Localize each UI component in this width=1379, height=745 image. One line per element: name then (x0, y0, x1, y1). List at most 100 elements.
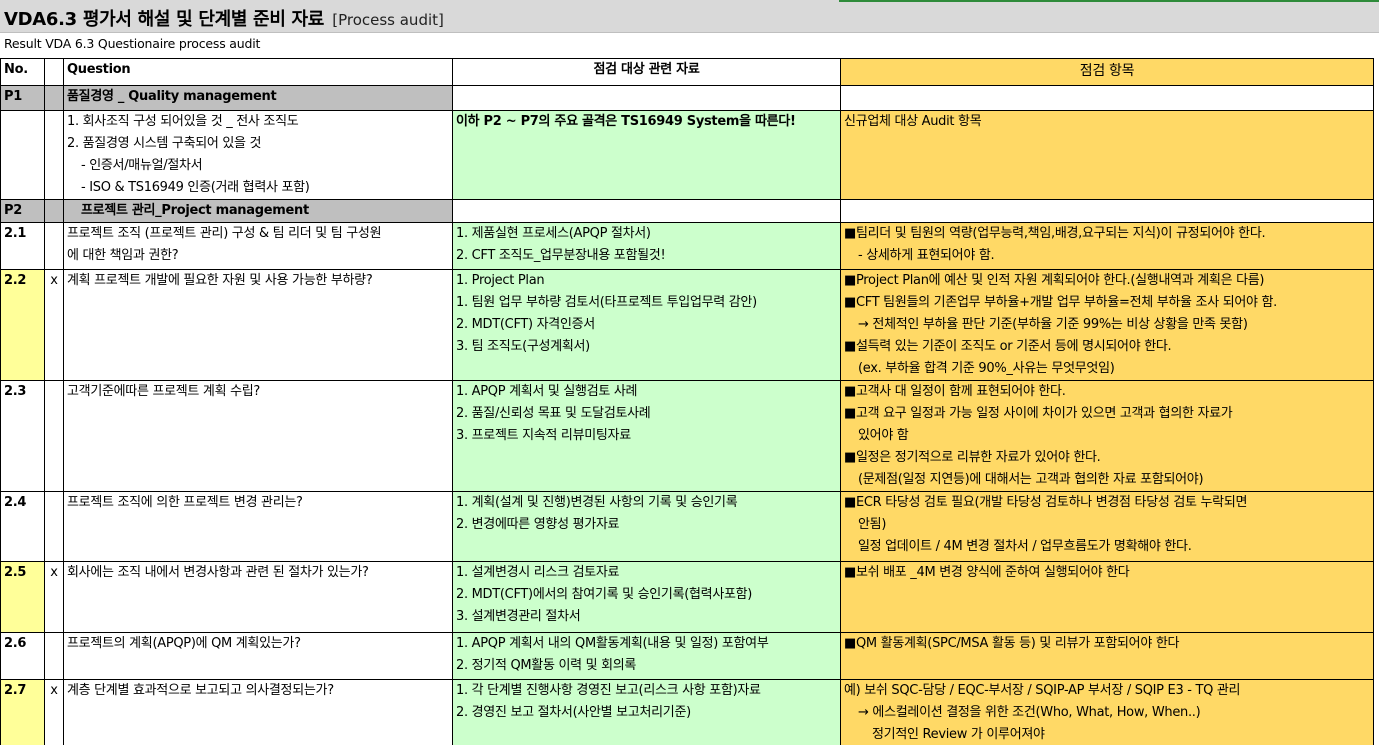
cell-line: 1. 각 단계별 진행사항 경영진 보고(리스크 사항 포함)자료 (456, 683, 761, 698)
cell-line: 2. MDT(CFT)에서의 참여기록 및 승인기록(협력사포함) (456, 587, 753, 602)
question-cell[interactable]: 고객기준에따른 프로젝트 계획 수립? (63, 380, 453, 492)
cell-line: ■설득력 있는 기준이 조직도 or 기준서 등에 명시되어야 한다. (844, 339, 1172, 354)
section-check[interactable] (840, 85, 1374, 111)
row-flag[interactable] (44, 491, 64, 562)
question-cell[interactable]: 프로젝트 조직 (프로젝트 관리) 구성 & 팀 리더 및 팀 구성원 에 대한… (63, 222, 453, 270)
page-title: VDA6.3 평가서 해설 및 단계별 준비 자료 [Process audit… (4, 5, 444, 31)
header-materials[interactable]: 점검 대상 관련 자료 (452, 58, 841, 86)
cell-line: 1. 회사조직 구성 되어있을 것 _ 전사 조직도 (67, 114, 299, 129)
row-no[interactable]: 2.6 (0, 632, 45, 680)
cell-line: 1. 설계변경시 리스크 검토자료 (456, 565, 620, 580)
check-cell[interactable]: ■고객사 대 일정이 함께 표현되어야 한다. ■고객 요구 일정과 가능 일정… (840, 380, 1374, 492)
materials-cell[interactable]: 1. APQP 계획서 내의 QM활동계획(내용 및 일정) 포함여부 2. 정… (452, 632, 841, 680)
section-no[interactable]: P1 (0, 85, 45, 111)
cell-line: 2. 정기적 QM활동 이력 및 회의록 (456, 658, 637, 673)
header-row: No. Question 점검 대상 관련 자료 점검 항목 (0, 58, 1374, 86)
row-no[interactable]: 2.3 (0, 380, 45, 492)
check-cell[interactable]: ■Project Plan에 예산 및 인적 자원 계획되어야 한다.(실행내역… (840, 269, 1374, 381)
cell-line: ■고객 요구 일정과 가능 일정 사이에 차이가 있으면 고객과 협의한 자료가 (844, 406, 1233, 421)
check-cell[interactable]: 신규업체 대상 Audit 항목 (840, 110, 1374, 200)
title-suffix: [Process audit] (332, 11, 444, 29)
table-row: 1. 회사조직 구성 되어있을 것 _ 전사 조직도 2. 품질경영 시스템 구… (0, 110, 1374, 200)
header-flag[interactable] (44, 58, 64, 86)
cell-line: 일정 업데이트 / 4M 변경 절차서 / 업무흐름도가 명확해야 한다. (858, 539, 1192, 554)
header-no[interactable]: No. (0, 58, 45, 86)
title-main: VDA6.3 평가서 해설 및 단계별 준비 자료 (4, 9, 325, 30)
check-cell[interactable]: ■팀리더 및 팀원의 역량(업무능력,책임,배경,요구되는 지식)이 규정되어야… (840, 222, 1374, 270)
cell-line: ■CFT 팀원들의 기존업무 부하율+개발 업무 부하율=전체 부하율 조사 되… (844, 295, 1277, 310)
question-cell[interactable]: 프로젝트 조직에 의한 프로젝트 변경 관리는? (63, 491, 453, 562)
cell-line: → 에스컬레이션 결정을 위한 조건(Who, What, How, When.… (858, 705, 1201, 720)
cell-line: 이하 P2 ~ P7의 주요 골격은 TS16949 System을 따른다! (456, 114, 796, 129)
row-flag[interactable]: x (44, 561, 64, 633)
cell-line: 예) 보쉬 SQC-담당 / EQC-부서장 / SQIP-AP 부서장 / S… (844, 683, 1241, 698)
check-cell[interactable]: 예) 보쉬 SQC-담당 / EQC-부서장 / SQIP-AP 부서장 / S… (840, 679, 1374, 745)
cell-line: 2. CFT 조직도_업무분장내용 포함될것! (456, 248, 666, 263)
cell-line: 2. MDT(CFT) 자격인증서 (456, 317, 595, 332)
table-row: 2.1 프로젝트 조직 (프로젝트 관리) 구성 & 팀 리더 및 팀 구성원 … (0, 222, 1374, 270)
selection-accent (839, 0, 1379, 2)
row-flag[interactable] (44, 380, 64, 492)
section-title-text: 프로젝트 관리_Project management (81, 203, 309, 218)
row-flag[interactable] (44, 222, 64, 270)
check-cell[interactable]: ■QM 활동계획(SPC/MSA 활동 등) 및 리뷰가 포함되어야 한다 (840, 632, 1374, 680)
cell-line: ■ECR 타당성 검토 필요(개발 타당성 검토하나 변경점 타당성 검토 누락… (844, 495, 1248, 510)
header-question[interactable]: Question (63, 58, 453, 86)
row-flag[interactable] (44, 632, 64, 680)
section-materials[interactable] (452, 199, 841, 223)
row-flag[interactable]: x (44, 269, 64, 381)
cell-line: - 상세하게 표현되어야 함. (858, 248, 995, 263)
row-no[interactable]: 2.1 (0, 222, 45, 270)
table-row: 2.7 x 계층 단계별 효과적으로 보고되고 의사결정되는가? 1. 각 단계… (0, 679, 1374, 745)
question-cell[interactable]: 계층 단계별 효과적으로 보고되고 의사결정되는가? (63, 679, 453, 745)
cell-line: 2. 품질경영 시스템 구축되어 있을 것 (67, 136, 262, 151)
question-cell[interactable]: 계획 프로젝트 개발에 필요한 자원 및 사용 가능한 부하량? (63, 269, 453, 381)
cell-line: 계층 단계별 효과적으로 보고되고 의사결정되는가? (67, 683, 334, 698)
row-no[interactable] (0, 110, 45, 200)
cell-line: ■팀리더 및 팀원의 역량(업무능력,책임,배경,요구되는 지식)이 규정되어야… (844, 226, 1266, 241)
section-title[interactable]: 프로젝트 관리_Project management (63, 199, 453, 223)
materials-cell[interactable]: 1. 각 단계별 진행사항 경영진 보고(리스크 사항 포함)자료 2. 경영진… (452, 679, 841, 745)
question-cell[interactable]: 프로젝트의 계획(APQP)에 QM 계획있는가? (63, 632, 453, 680)
row-flag[interactable] (44, 110, 64, 200)
section-check[interactable] (840, 199, 1374, 223)
cell-line: (문제점(일정 지연등)에 대해서는 고객과 협의한 자료 포함되어야) (858, 472, 1204, 487)
cell-line: 정기적인 Review 가 이루어져야 (872, 727, 1045, 742)
materials-cell[interactable]: 이하 P2 ~ P7의 주요 골격은 TS16949 System을 따른다! (452, 110, 841, 200)
cell-line: 프로젝트 조직 (프로젝트 관리) 구성 & 팀 리더 및 팀 구성원 (67, 226, 382, 241)
row-no[interactable]: 2.7 (0, 679, 45, 745)
sheet-subtitle: Result VDA 6.3 Questionaire process audi… (4, 36, 261, 51)
cell-line: 3. 팀 조직도(구성계획서) (456, 339, 590, 354)
materials-cell[interactable]: 1. 설계변경시 리스크 검토자료 2. MDT(CFT)에서의 참여기록 및 … (452, 561, 841, 633)
section-flag[interactable] (44, 85, 64, 111)
check-cell[interactable]: ■보쉬 배포 _4M 변경 양식에 준하여 실행되어야 한다 (840, 561, 1374, 633)
materials-cell[interactable]: 1. APQP 계획서 및 실행검토 사례 2. 품질/신뢰성 목표 및 도달검… (452, 380, 841, 492)
cell-line: 계획 프로젝트 개발에 필요한 자원 및 사용 가능한 부하량? (67, 273, 373, 288)
audit-table: No. Question 점검 대상 관련 자료 점검 항목 P1 품질경영 _… (0, 58, 1374, 745)
row-no[interactable]: 2.5 (0, 561, 45, 633)
materials-cell[interactable]: 1. 계획(설계 및 진행)변경된 사항의 기록 및 승인기록 2. 변경에따른… (452, 491, 841, 562)
cell-line: 3. 설계변경관리 절차서 (456, 609, 581, 624)
section-title[interactable]: 품질경영 _ Quality management (63, 85, 453, 111)
section-materials[interactable] (452, 85, 841, 111)
cell-line: 3. 프로젝트 지속적 리뷰미팅자료 (456, 428, 631, 443)
check-cell[interactable]: ■ECR 타당성 검토 필요(개발 타당성 검토하나 변경점 타당성 검토 누락… (840, 491, 1374, 562)
cell-line: - ISO & TS16949 인증(거래 협력사 포함) (81, 180, 310, 195)
cell-line: ■일정은 정기적으로 리뷰한 자료가 있어야 한다. (844, 450, 1101, 465)
title-bar: VDA6.3 평가서 해설 및 단계별 준비 자료 [Process audit… (0, 0, 1379, 33)
row-no[interactable]: 2.2 (0, 269, 45, 381)
materials-cell[interactable]: 1. 제품실현 프로세스(APQP 절차서) 2. CFT 조직도_업무분장내용… (452, 222, 841, 270)
materials-cell[interactable]: 1. Project Plan 1. 팀원 업무 부하량 검토서(타프로젝트 투… (452, 269, 841, 381)
section-flag[interactable] (44, 199, 64, 223)
row-flag[interactable]: x (44, 679, 64, 745)
cell-line: - 인증서/매뉴얼/절차서 (81, 158, 203, 173)
question-cell[interactable]: 회사에는 조직 내에서 변경사항과 관련 된 절차가 있는가? (63, 561, 453, 633)
cell-line: 고객기준에따른 프로젝트 계획 수립? (67, 384, 260, 399)
question-cell[interactable]: 1. 회사조직 구성 되어있을 것 _ 전사 조직도 2. 품질경영 시스템 구… (63, 110, 453, 200)
row-no[interactable]: 2.4 (0, 491, 45, 562)
cell-line: ■Project Plan에 예산 및 인적 자원 계획되어야 한다.(실행내역… (844, 273, 1265, 288)
section-no[interactable]: P2 (0, 199, 45, 223)
table-row: 2.3 고객기준에따른 프로젝트 계획 수립? 1. APQP 계획서 및 실행… (0, 380, 1374, 492)
table-row: 2.6 프로젝트의 계획(APQP)에 QM 계획있는가? 1. APQP 계획… (0, 632, 1374, 680)
header-check[interactable]: 점검 항목 (840, 58, 1374, 86)
